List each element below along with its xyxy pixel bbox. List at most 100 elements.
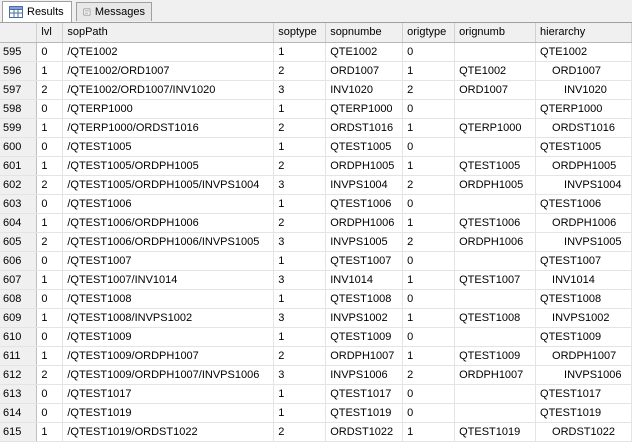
cell-soppath[interactable]: /QTEST1008/INVPS1002 [62,308,275,328]
cell-lvl[interactable]: 2 [36,80,64,100]
cell-origtype[interactable]: 0 [402,289,456,309]
cell-sopnumbe[interactable]: QTEST1007 [325,251,404,271]
cell-orignumb[interactable] [454,384,537,404]
cell-soptype[interactable]: 3 [273,232,327,252]
cell-hierarchy[interactable]: QTEST1005 [535,137,632,157]
table-row[interactable]: 609 1/QTEST1008/INVPS1002 3 INVPS1002 1 QTEST… [0,308,632,328]
cell-hierarchy[interactable]: QTE1002 [535,42,632,62]
cell-soppath[interactable]: /QTEST1019/ORDST1022 [62,422,275,442]
cell-orignumb[interactable]: QTEST1006 [454,213,537,233]
cell-origtype[interactable]: 1 [402,270,456,290]
cell-lvl[interactable]: 0 [36,194,64,214]
cell-soptype[interactable]: 2 [273,118,327,138]
cell-hierarchy[interactable]: ORDPH1006 [535,213,632,233]
cell-soppath[interactable]: /QTE1002 [62,42,275,62]
cell-orignumb[interactable] [454,194,537,214]
table-row[interactable]: 604 1/QTEST1006/ORDPH1006 2 ORDPH1006 1 QTEST… [0,213,632,233]
cell-origtype[interactable]: 2 [402,175,456,195]
cell-orignumb[interactable]: ORDPH1006 [454,232,537,252]
cell-orignumb[interactable] [454,137,537,157]
cell-lvl[interactable]: 0 [36,289,64,309]
table-row[interactable]: 600 0/QTEST1005 1 QTEST1005 0 QTEST1005 [0,137,632,157]
row-number-cell[interactable]: 613 [0,384,38,404]
cell-hierarchy[interactable]: ORD1007 [535,61,632,81]
row-number-cell[interactable]: 601 [0,156,38,176]
cell-origtype[interactable]: 0 [402,137,456,157]
cell-soppath[interactable]: /QTEST1005/ORDPH1005/INVPS1004 [62,175,275,195]
cell-lvl[interactable]: 2 [36,232,64,252]
cell-soptype[interactable]: 1 [273,289,327,309]
table-row[interactable]: 608 0/QTEST1008 1 QTEST1008 0 QTEST1008 [0,289,632,309]
cell-soptype[interactable]: 2 [273,422,327,442]
cell-orignumb[interactable]: ORDPH1005 [454,175,537,195]
cell-lvl[interactable]: 1 [36,346,64,366]
cell-soppath[interactable]: /QTERP1000 [62,99,275,119]
table-row[interactable]: 595 0/QTE1002 1 QTE1002 0 QTE1002 [0,42,632,62]
cell-lvl[interactable]: 2 [36,365,64,385]
row-number-cell[interactable]: 604 [0,213,38,233]
cell-sopnumbe[interactable]: INV1020 [325,80,404,100]
table-row[interactable]: 612 2/QTEST1009/ORDPH1007/INVPS1006 3 INVPS… [0,365,632,385]
cell-soptype[interactable]: 3 [273,308,327,328]
cell-sopnumbe[interactable]: QTE1002 [325,42,404,62]
cell-hierarchy[interactable]: QTEST1019 [535,403,632,423]
cell-lvl[interactable]: 0 [36,99,64,119]
cell-soppath[interactable]: /QTEST1005 [62,137,275,157]
row-number-cell[interactable]: 612 [0,365,38,385]
cell-soptype[interactable]: 1 [273,194,327,214]
table-row[interactable]: 615 1/QTEST1019/ORDST1022 2 ORDST1022 1 QTEST… [0,422,632,442]
cell-orignumb[interactable]: QTEST1005 [454,156,537,176]
row-number-cell[interactable]: 598 [0,99,38,119]
cell-origtype[interactable]: 1 [402,213,456,233]
cell-soppath[interactable]: /QTEST1006 [62,194,275,214]
cell-hierarchy[interactable]: QTEST1008 [535,289,632,309]
cell-soppath[interactable]: /QTEST1006/ORDPH1006/INVPS1005 [62,232,275,252]
row-number-cell[interactable]: 606 [0,251,38,271]
cell-hierarchy[interactable]: INVPS1006 [535,365,632,385]
corner-header[interactable] [0,23,38,43]
table-row[interactable]: 606 0/QTEST1007 1 QTEST1007 0 QTEST1007 [0,251,632,271]
cell-sopnumbe[interactable]: QTEST1005 [325,137,404,157]
cell-soppath[interactable]: /QTEST1017 [62,384,275,404]
cell-soptype[interactable]: 2 [273,156,327,176]
column-header-hierarchy[interactable]: hierarchy [535,23,632,43]
row-number-cell[interactable]: 603 [0,194,38,214]
cell-hierarchy[interactable]: QTEST1017 [535,384,632,404]
cell-origtype[interactable]: 0 [402,251,456,271]
cell-orignumb[interactable]: QTE1002 [454,61,537,81]
cell-hierarchy[interactable]: INV1020 [535,80,632,100]
row-number-cell[interactable]: 605 [0,232,38,252]
cell-origtype[interactable]: 0 [402,384,456,404]
cell-soptype[interactable]: 2 [273,61,327,81]
cell-soppath[interactable]: /QTEST1009/ORDPH1007 [62,346,275,366]
cell-orignumb[interactable] [454,42,537,62]
cell-soppath[interactable]: /QTE1002/ORD1007 [62,61,275,81]
cell-sopnumbe[interactable]: QTEST1008 [325,289,404,309]
cell-sopnumbe[interactable]: QTEST1019 [325,403,404,423]
column-header-sopnumbe[interactable]: sopnumbe [325,23,404,43]
cell-orignumb[interactable]: QTEST1008 [454,308,537,328]
cell-origtype[interactable]: 1 [402,308,456,328]
cell-soppath[interactable]: /QTEST1009/ORDPH1007/INVPS1006 [62,365,275,385]
cell-lvl[interactable]: 1 [36,213,64,233]
results-grid[interactable]: lvl sopPath soptype sopnumbe origtype or… [0,23,632,442]
cell-origtype[interactable]: 0 [402,327,456,347]
cell-soppath[interactable]: /QTEST1008 [62,289,275,309]
cell-sopnumbe[interactable]: ORDST1022 [325,422,404,442]
cell-origtype[interactable]: 0 [402,42,456,62]
cell-orignumb[interactable] [454,251,537,271]
cell-sopnumbe[interactable]: ORDPH1005 [325,156,404,176]
cell-sopnumbe[interactable]: ORDPH1007 [325,346,404,366]
row-number-cell[interactable]: 595 [0,42,38,62]
row-number-cell[interactable]: 609 [0,308,38,328]
cell-soppath[interactable]: /QTEST1007 [62,251,275,271]
cell-origtype[interactable]: 2 [402,232,456,252]
cell-origtype[interactable]: 0 [402,403,456,423]
table-row[interactable]: 598 0/QTERP1000 1 QTERP1000 0 QTERP1000 [0,99,632,119]
cell-soptype[interactable]: 3 [273,270,327,290]
cell-orignumb[interactable] [454,403,537,423]
table-row[interactable]: 610 0/QTEST1009 1 QTEST1009 0 QTEST1009 [0,327,632,347]
cell-soppath[interactable]: /QTE1002/ORD1007/INV1020 [62,80,275,100]
cell-hierarchy[interactable]: QTERP1000 [535,99,632,119]
row-number-cell[interactable]: 597 [0,80,38,100]
